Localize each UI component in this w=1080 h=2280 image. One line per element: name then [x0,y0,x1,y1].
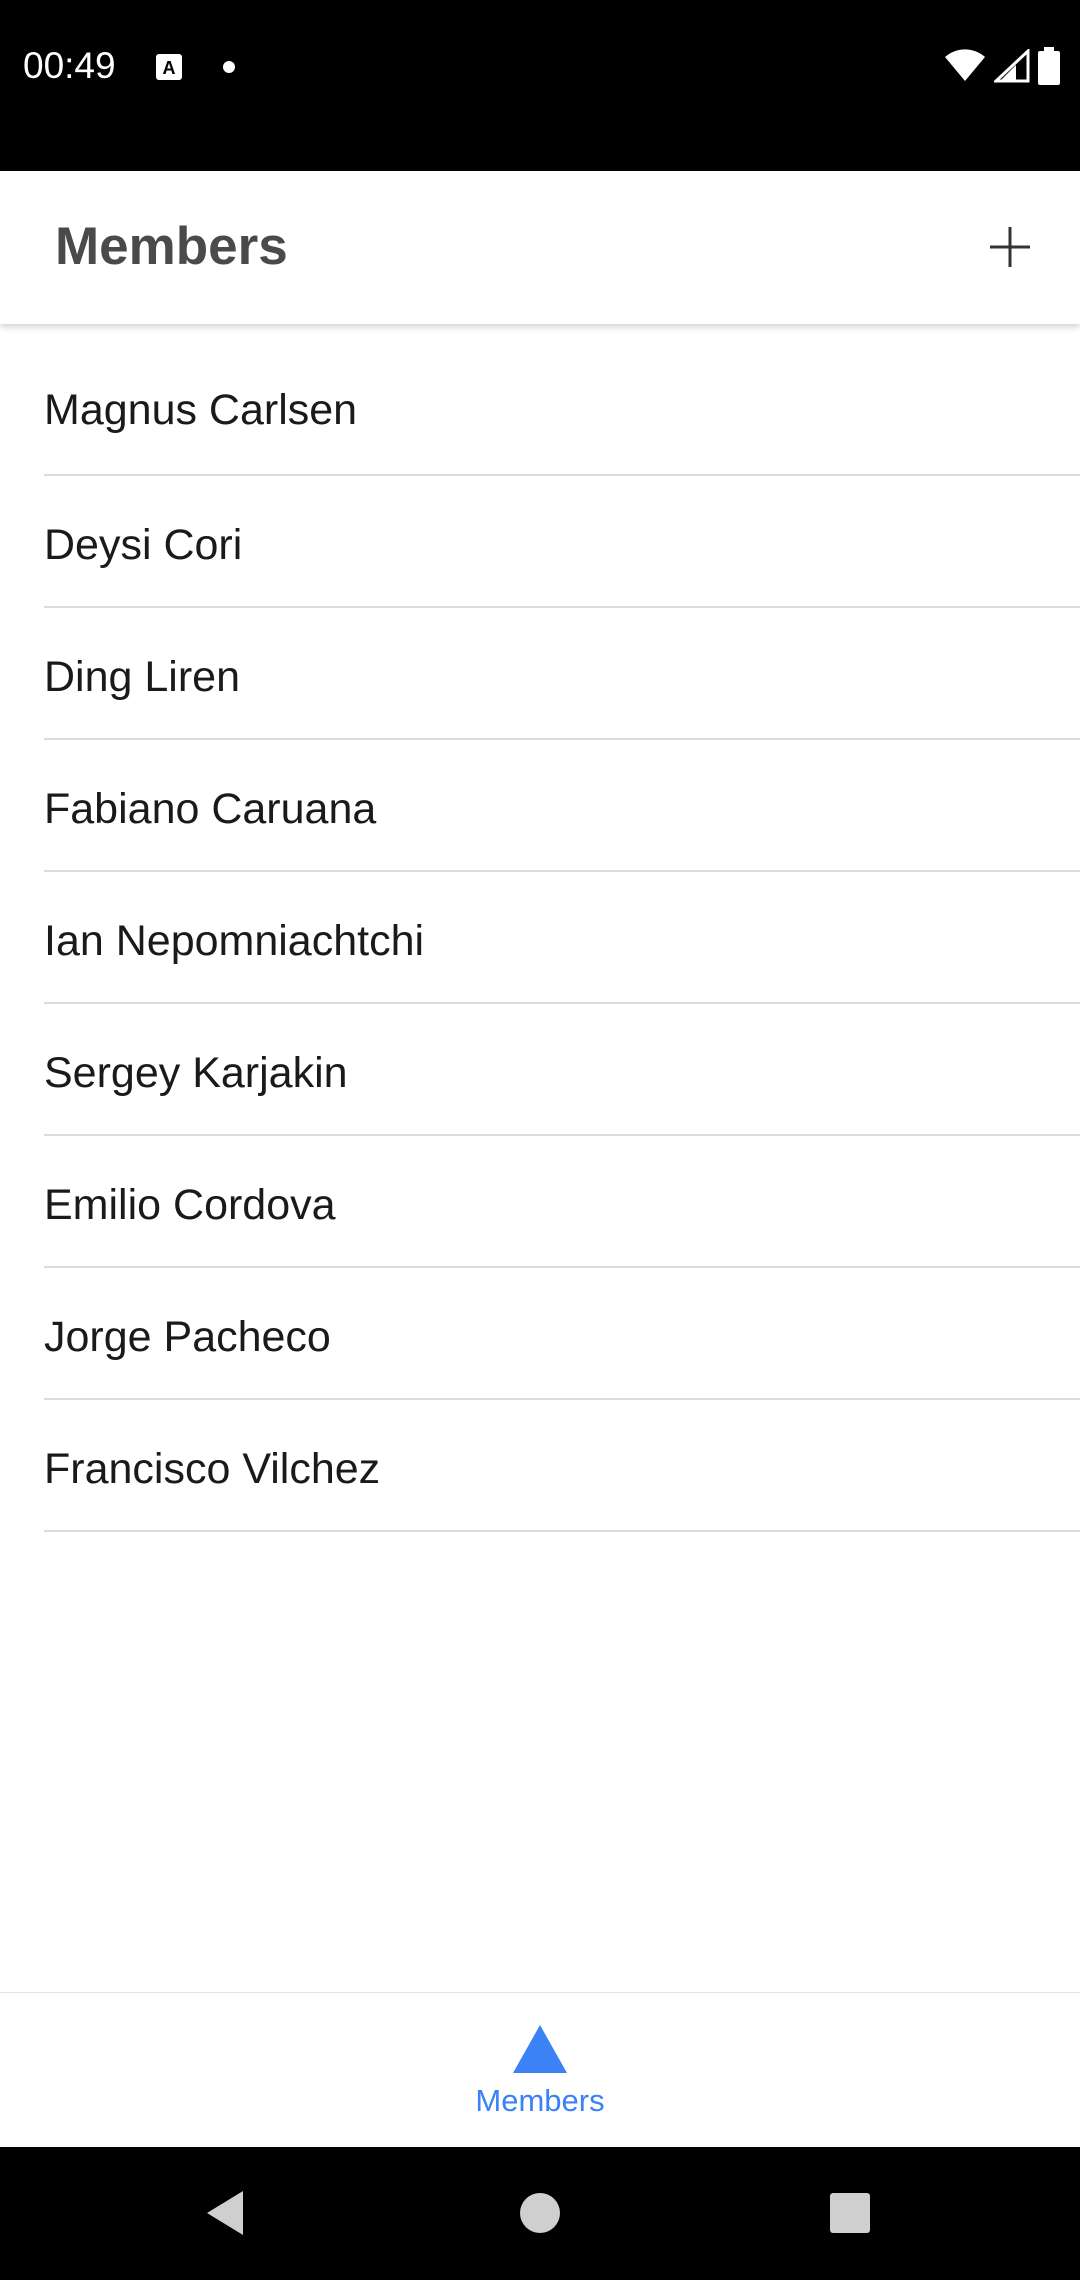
member-name: Fabiano Caruana [44,785,377,833]
recents-button[interactable] [820,2183,880,2243]
list-item[interactable]: Deysi Cori [0,476,1080,608]
status-icons [944,46,1060,90]
list-item[interactable]: Sergey Karjakin [0,1004,1080,1136]
member-name: Emilio Cordova [44,1181,336,1229]
list-item[interactable]: Fabiano Caruana [0,740,1080,872]
tab-members-label: Members [475,2083,605,2118]
back-button[interactable] [195,2183,255,2243]
list-item[interactable]: Magnus Carlsen [0,324,1080,476]
status-bar: 00:49 A [0,0,1080,171]
member-name: Ding Liren [44,653,240,701]
list-item[interactable]: Ian Nepomniachtchi [0,872,1080,1004]
back-icon [207,2191,243,2235]
member-name: Deysi Cori [44,521,243,569]
a-notification-icon: A [155,53,183,81]
member-list: Magnus Carlsen Deysi Cori Ding Liren Fab… [0,324,1080,1532]
signal-icon [992,47,1030,88]
battery-icon [1038,46,1060,90]
member-name: Sergey Karjakin [44,1049,348,1097]
list-item[interactable]: Emilio Cordova [0,1136,1080,1268]
dot-icon [223,61,235,73]
svg-text:A: A [163,58,176,78]
app-bar: Members [0,171,1080,324]
member-name: Francisco Vilchez [44,1445,381,1493]
status-time: 00:49 [23,45,116,86]
member-name: Ian Nepomniachtchi [44,917,425,965]
recents-icon [830,2193,870,2233]
wifi-icon [944,48,986,88]
bottom-nav: Members [0,1992,1080,2148]
screen: 00:49 A Members Magnus Carlsen Deysi Cor… [0,0,1080,2280]
member-name: Jorge Pacheco [44,1313,331,1361]
list-item[interactable]: Ding Liren [0,608,1080,740]
home-icon [520,2193,560,2233]
triangle-icon [513,2025,567,2073]
member-name: Magnus Carlsen [44,386,358,434]
home-button[interactable] [510,2183,570,2243]
list-item[interactable]: Francisco Vilchez [0,1400,1080,1532]
add-member-button[interactable] [970,207,1050,287]
tab-members[interactable]: Members [440,1993,640,2148]
page-title: Members [55,217,288,276]
plus-icon [990,227,1030,267]
system-nav-bar [0,2147,1080,2280]
divider [44,1530,1080,1532]
list-item[interactable]: Jorge Pacheco [0,1268,1080,1400]
